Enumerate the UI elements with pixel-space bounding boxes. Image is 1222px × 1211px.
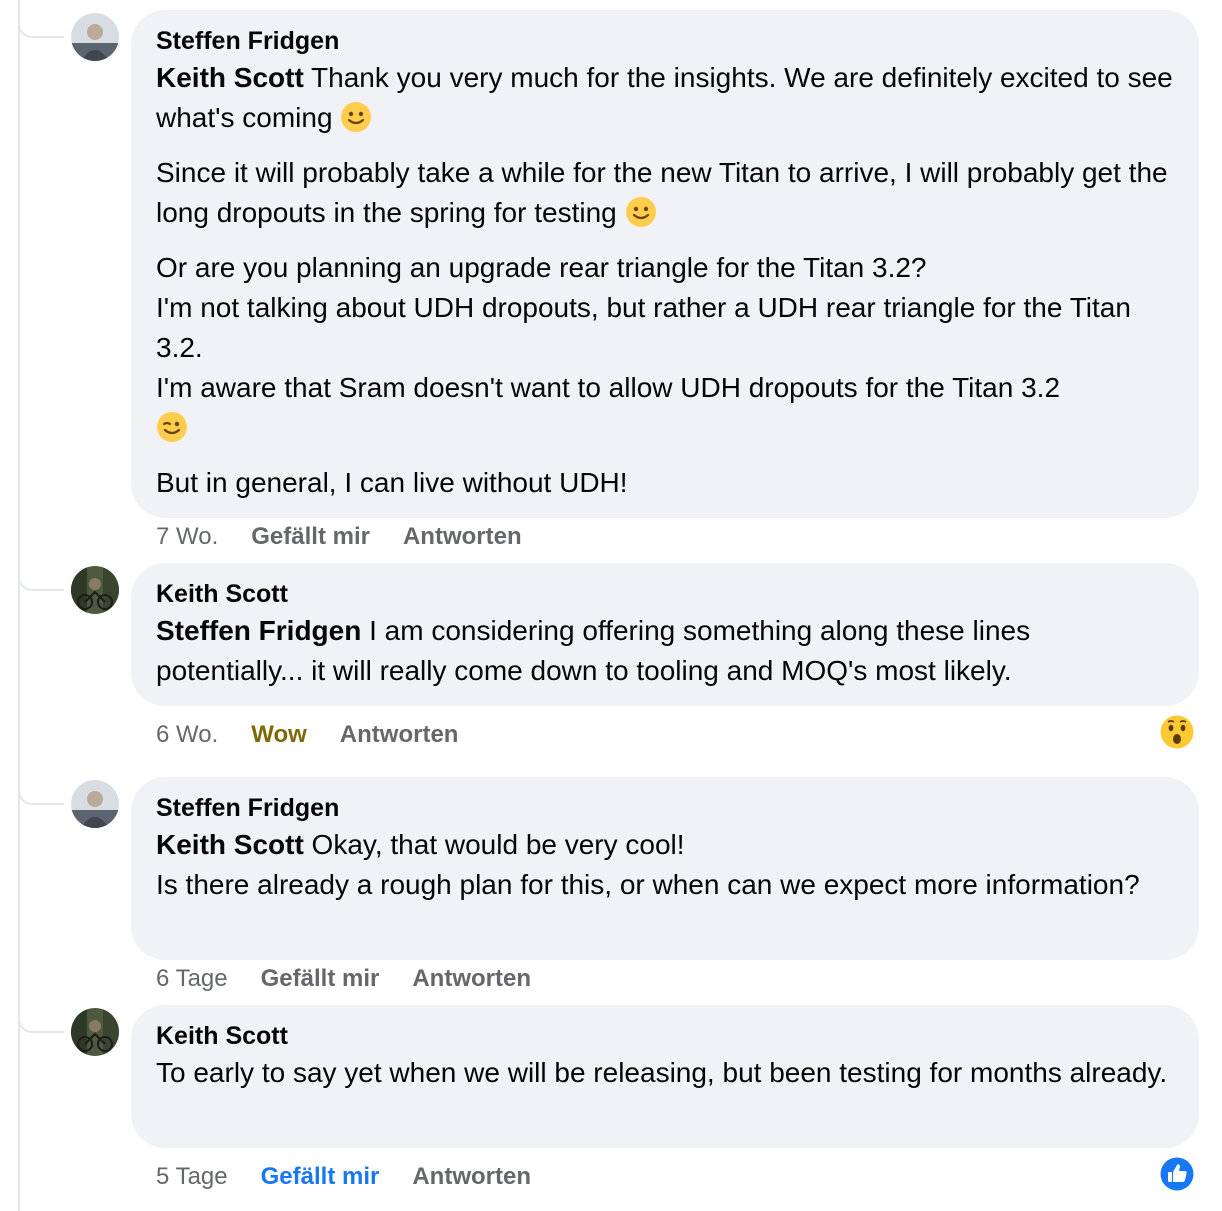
comment-author[interactable]: Keith Scott [156, 577, 1175, 611]
like-button[interactable]: Gefällt mir [261, 964, 380, 994]
comment-actions: 6 Tage Gefällt mir Antworten [156, 964, 531, 994]
comment-text: Keith Scott Thank you very much for the … [156, 62, 1173, 498]
comment-text: Keith Scott Okay, that would be very coo… [156, 829, 1140, 900]
comment-timestamp[interactable]: 6 Wo. [156, 720, 218, 750]
reply-connector [18, 1007, 64, 1033]
thread-line [18, 0, 20, 1211]
comment-bubble: Keith Scott Steffen Fridgen I am conside… [131, 563, 1199, 706]
comment-thread: Steffen Fridgen Keith Scott Thank you ve… [0, 0, 1222, 1211]
smile-emoji-icon [625, 197, 656, 227]
comment-author[interactable]: Keith Scott [156, 1019, 1175, 1053]
comment-actions: 5 Tage Gefällt mir Antworten [156, 1162, 531, 1192]
reply-connector [18, 779, 64, 805]
avatar[interactable] [71, 780, 119, 828]
comment-author[interactable]: Steffen Fridgen [156, 24, 1175, 58]
avatar[interactable] [71, 566, 119, 614]
wink-emoji-icon [157, 412, 187, 442]
comment-actions: 6 Wo. Wow Antworten [156, 720, 458, 750]
like-button[interactable]: Gefällt mir [251, 522, 370, 552]
avatar[interactable] [71, 1008, 119, 1056]
like-thumb-icon[interactable] [1158, 1155, 1196, 1193]
reply-button[interactable]: Antworten [412, 1162, 531, 1192]
mention-link[interactable]: Keith Scott [156, 62, 304, 93]
comment-text: To early to say yet when we will be rele… [156, 1057, 1168, 1088]
comment-timestamp[interactable]: 5 Tage [156, 1162, 228, 1192]
like-button[interactable]: Gefällt mir [261, 1162, 380, 1192]
mention-link[interactable]: Steffen Fridgen [156, 615, 361, 646]
comment-text: Steffen Fridgen I am considering offerin… [156, 615, 1031, 686]
reply-connector [18, 565, 64, 591]
reply-button[interactable]: Antworten [412, 964, 531, 994]
reply-button[interactable]: Antworten [403, 522, 522, 552]
mention-link[interactable]: Keith Scott [156, 829, 304, 860]
comment-bubble: Steffen Fridgen Keith Scott Okay, that w… [131, 777, 1199, 960]
smile-emoji-icon [341, 102, 372, 132]
reply-button[interactable]: Antworten [340, 720, 459, 750]
avatar[interactable] [71, 13, 119, 61]
comment-timestamp[interactable]: 7 Wo. [156, 522, 218, 552]
comment-actions: 7 Wo. Gefällt mir Antworten [156, 522, 522, 552]
comment-bubble: Steffen Fridgen Keith Scott Thank you ve… [131, 10, 1199, 518]
comment-timestamp[interactable]: 6 Tage [156, 964, 228, 994]
comment-bubble: Keith Scott To early to say yet when we … [131, 1005, 1199, 1148]
wow-emoji-icon[interactable] [1158, 713, 1196, 751]
reply-connector [18, 12, 64, 38]
reaction-button[interactable]: Wow [251, 720, 307, 750]
comment-author[interactable]: Steffen Fridgen [156, 791, 1175, 825]
